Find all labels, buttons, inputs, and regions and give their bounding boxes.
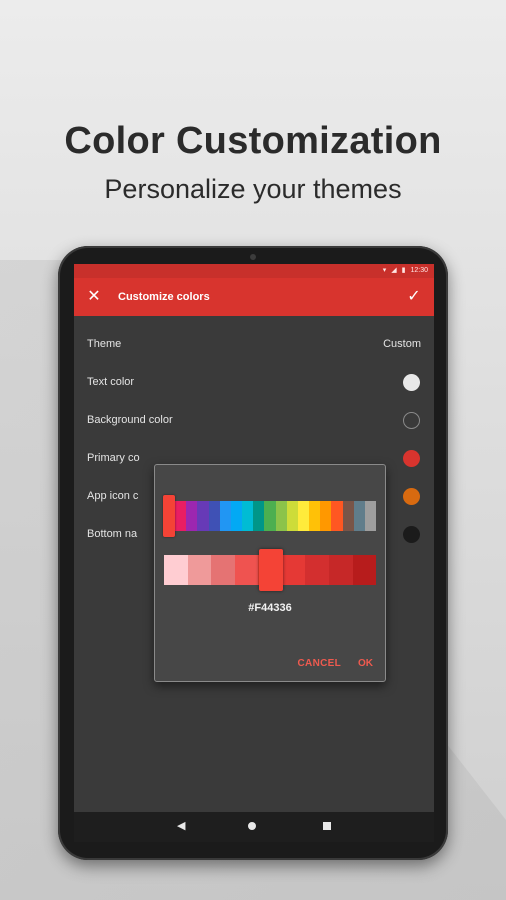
promo-subheadline: Personalize your themes: [104, 174, 402, 204]
shade-selector-handle[interactable]: [259, 549, 283, 591]
system-nav-bar: ◀: [74, 812, 434, 842]
app-bar: ✕ Customize colors ✓: [74, 278, 434, 316]
tablet-frame: ▾ ◢ ▮ 12:30 ✕ Customize colors ✓ Theme C…: [58, 246, 448, 860]
setting-row-theme[interactable]: Theme Custom: [74, 326, 434, 364]
check-icon[interactable]: ✓: [404, 287, 424, 307]
recents-square-icon[interactable]: [323, 822, 331, 830]
hue-swatch[interactable]: [331, 501, 343, 531]
hue-swatch[interactable]: [297, 501, 310, 531]
status-time: 12:30: [410, 267, 428, 274]
battery-icon: ▮: [401, 267, 406, 274]
hue-selector-handle[interactable]: [163, 495, 175, 537]
setting-row-text-color[interactable]: Text color: [74, 364, 434, 402]
color-swatch[interactable]: [403, 488, 420, 505]
signal-icon: ◢: [391, 267, 397, 274]
back-triangle-icon[interactable]: ◀: [177, 819, 185, 832]
hue-swatch[interactable]: [175, 501, 187, 531]
promo-headline: Color Customization: [64, 120, 442, 162]
close-icon[interactable]: ✕: [84, 287, 104, 307]
shade-swatch[interactable]: [211, 555, 235, 585]
hue-swatch[interactable]: [309, 501, 321, 531]
hue-swatch[interactable]: [264, 501, 276, 531]
shade-swatch[interactable]: [281, 555, 306, 585]
app-bar-title: Customize colors: [118, 291, 210, 303]
shade-swatch[interactable]: [328, 555, 353, 585]
color-swatch[interactable]: [403, 526, 420, 543]
color-swatch[interactable]: [403, 374, 420, 391]
setting-label: App icon c: [87, 490, 139, 502]
ok-button[interactable]: OK: [358, 658, 373, 669]
hue-swatch[interactable]: [197, 501, 209, 531]
hue-swatch[interactable]: [320, 501, 332, 531]
selected-hex-value: #F44336: [248, 602, 292, 614]
setting-value: Custom: [383, 338, 421, 350]
shade-swatch[interactable]: [305, 555, 329, 585]
color-swatch[interactable]: [403, 412, 420, 429]
hue-swatch[interactable]: [230, 501, 243, 531]
hue-swatch[interactable]: [286, 501, 298, 531]
cancel-button[interactable]: CANCEL: [298, 658, 341, 669]
color-swatch[interactable]: [403, 450, 420, 467]
hue-swatch[interactable]: [253, 501, 265, 531]
hue-palette[interactable]: [164, 501, 376, 531]
camera-dot: [250, 254, 256, 260]
hue-swatch[interactable]: [242, 501, 254, 531]
hue-swatch[interactable]: [186, 501, 198, 531]
setting-label: Background color: [87, 414, 173, 426]
status-bar: ▾ ◢ ▮ 12:30: [74, 264, 434, 278]
setting-label: Text color: [87, 376, 135, 388]
setting-label: Bottom na: [87, 528, 138, 540]
hue-swatch[interactable]: [342, 501, 354, 531]
setting-label: Theme: [87, 338, 122, 350]
shade-swatch[interactable]: [234, 555, 259, 585]
hue-swatch[interactable]: [208, 501, 220, 531]
hue-swatch[interactable]: [219, 501, 231, 531]
tablet-screen: ▾ ◢ ▮ 12:30 ✕ Customize colors ✓ Theme C…: [74, 264, 434, 842]
shade-swatch[interactable]: [187, 555, 212, 585]
hue-swatch[interactable]: [275, 501, 287, 531]
hue-swatch[interactable]: [353, 501, 365, 531]
shade-swatch[interactable]: [352, 555, 377, 585]
setting-label: Primary co: [87, 452, 140, 464]
wifi-icon: ▾: [382, 267, 387, 274]
shade-swatch[interactable]: [164, 555, 188, 585]
color-picker-dialog: #F44336 CANCEL OK: [154, 464, 386, 682]
setting-row-background-color[interactable]: Background color: [74, 402, 434, 440]
hue-swatch[interactable]: [364, 501, 376, 531]
home-circle-icon[interactable]: [248, 822, 256, 830]
